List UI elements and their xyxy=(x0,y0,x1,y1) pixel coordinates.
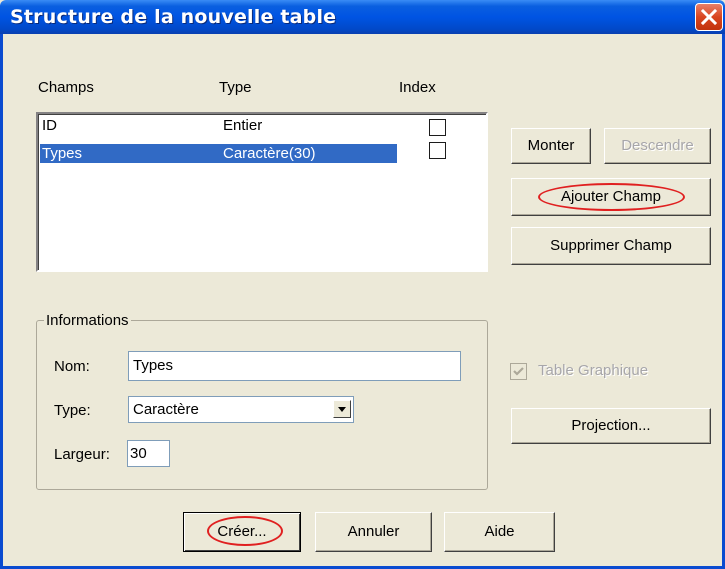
projection-button-label: Projection... xyxy=(571,417,651,434)
nom-input[interactable]: Types xyxy=(128,351,461,381)
close-button[interactable] xyxy=(695,3,723,31)
largeur-input[interactable]: 30 xyxy=(127,440,170,467)
aide-button-label: Aide xyxy=(484,523,515,540)
column-header-index: Index xyxy=(399,79,436,96)
monter-button[interactable]: Monter xyxy=(511,128,591,164)
aide-button[interactable]: Aide xyxy=(444,512,555,552)
column-header-type: Type xyxy=(219,79,252,96)
dialog-window: Structure de la nouvelle table Champs Ty… xyxy=(0,0,725,569)
frame-left xyxy=(0,34,3,569)
field-type: Entier xyxy=(223,117,263,134)
largeur-value: 30 xyxy=(130,445,147,462)
projection-button[interactable]: Projection... xyxy=(511,408,711,444)
field-type: Caractère(30) xyxy=(223,145,316,162)
supprimer-champ-button[interactable]: Supprimer Champ xyxy=(511,227,711,265)
type-select-value: Caractère xyxy=(133,401,199,418)
table-graphique-checkbox[interactable] xyxy=(510,363,527,380)
chevron-down-icon xyxy=(338,407,346,412)
index-checkbox-id[interactable] xyxy=(429,119,446,136)
nom-label: Nom: xyxy=(54,358,90,375)
creer-button[interactable]: Créer... xyxy=(183,512,301,552)
checkmark-icon xyxy=(513,367,524,376)
dropdown-button[interactable] xyxy=(333,400,351,418)
creer-button-label: Créer... xyxy=(217,523,267,540)
annuler-button[interactable]: Annuler xyxy=(315,512,432,552)
index-checkbox-types[interactable] xyxy=(429,142,446,159)
descendre-button[interactable]: Descendre xyxy=(604,128,711,164)
ajouter-champ-label: Ajouter Champ xyxy=(560,188,662,205)
type-select[interactable]: Caractère xyxy=(128,396,354,423)
field-name: Types xyxy=(42,145,83,162)
fields-list[interactable]: ID Entier Types Caractère(30) xyxy=(36,112,488,272)
descendre-button-label: Descendre xyxy=(621,137,694,154)
informations-title: Informations xyxy=(44,312,131,329)
field-name: ID xyxy=(42,117,57,134)
annuler-button-label: Annuler xyxy=(347,523,400,540)
close-icon xyxy=(700,8,718,26)
nom-value: Types xyxy=(133,357,174,374)
field-row-types[interactable]: Types Caractère(30) xyxy=(40,144,397,163)
table-graphique-label: Table Graphique xyxy=(538,362,649,379)
window-title: Structure de la nouvelle table xyxy=(10,6,337,28)
ajouter-champ-button[interactable]: Ajouter Champ xyxy=(511,178,711,216)
title-bar[interactable]: Structure de la nouvelle table xyxy=(0,0,725,34)
supprimer-champ-label: Supprimer Champ xyxy=(550,237,672,254)
type-label: Type: xyxy=(54,402,91,419)
field-row-id[interactable]: ID Entier xyxy=(40,116,434,135)
largeur-label: Largeur: xyxy=(54,446,110,463)
column-header-champs: Champs xyxy=(38,79,94,96)
monter-button-label: Monter xyxy=(527,137,575,154)
